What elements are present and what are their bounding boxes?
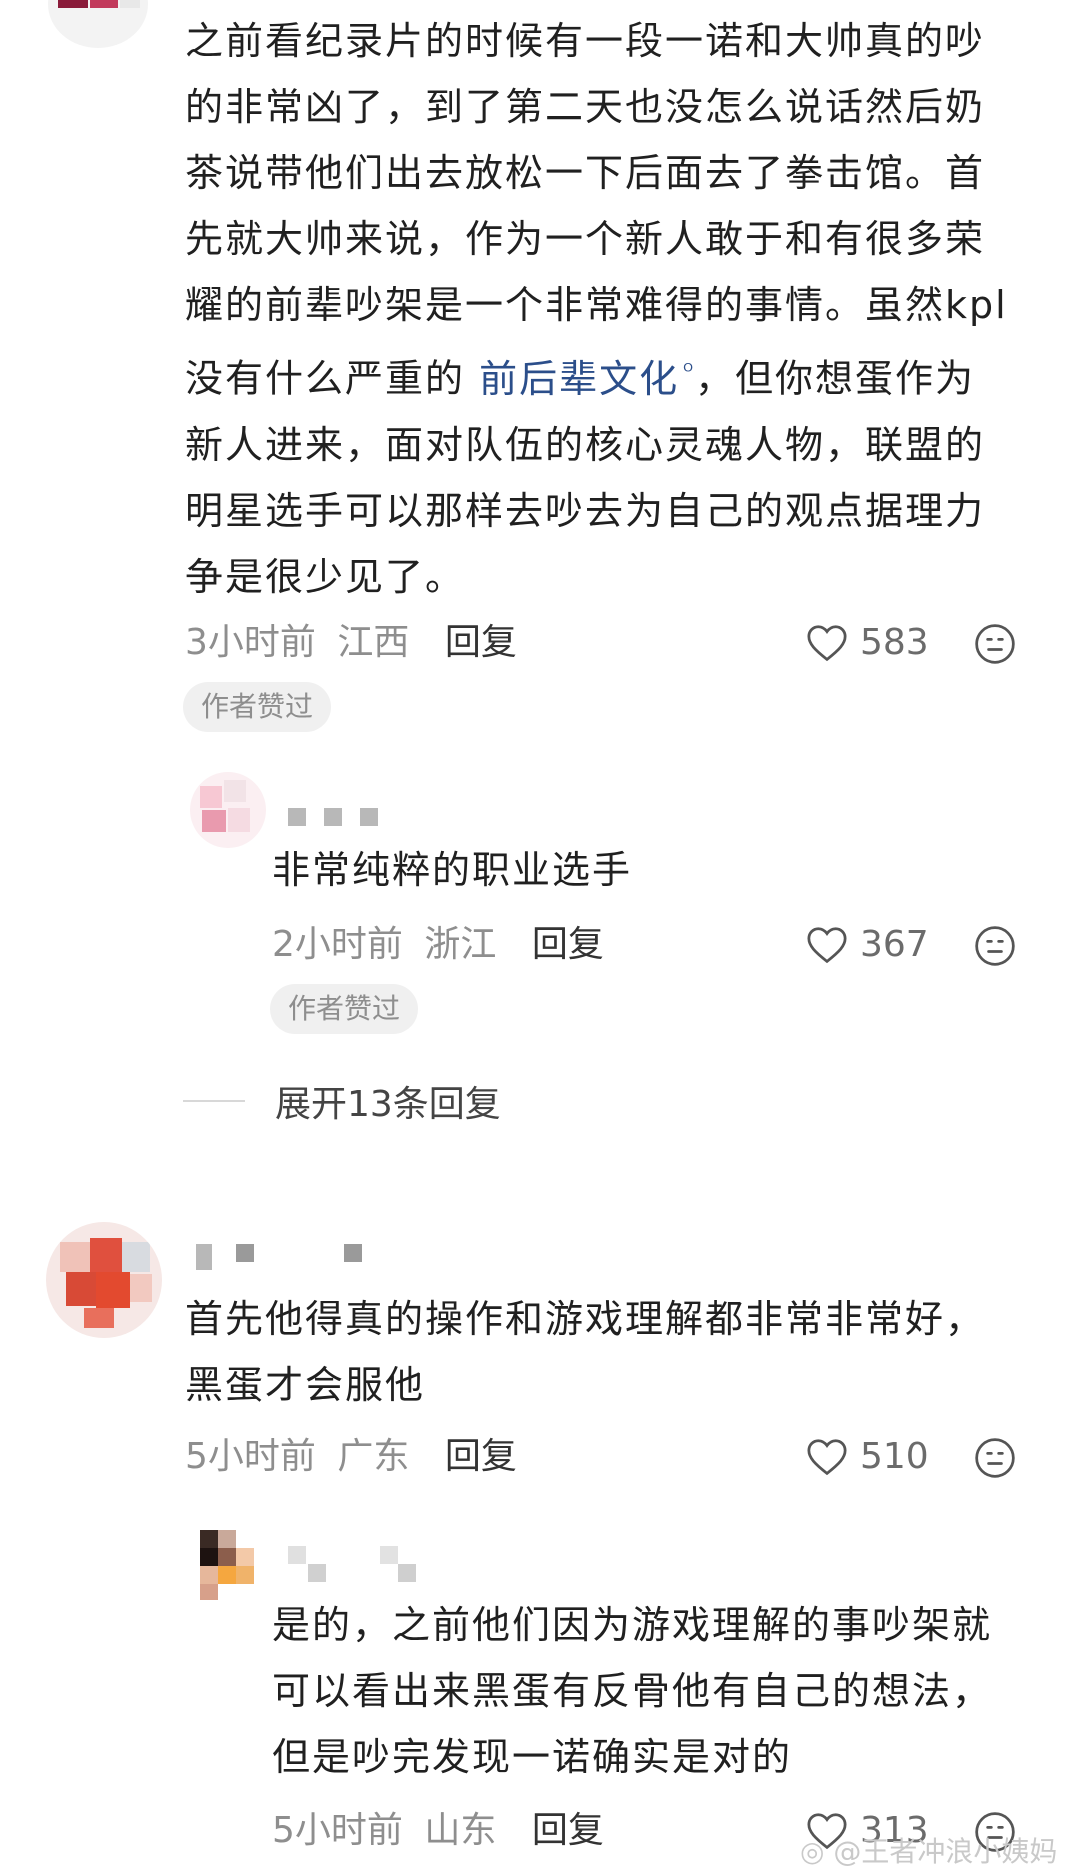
timestamp: 5小时前	[272, 1810, 403, 1851]
comment-line: 但是吵完发现一诺确实是对的	[272, 1735, 793, 1779]
reply-meta: 5小时前 山东 回复	[272, 1806, 604, 1856]
avatar[interactable]	[48, 0, 148, 48]
comment-line: 没有什么严重的 前后辈文化 ᴼ，但你想蛋作为	[185, 338, 1065, 412]
region: 浙江	[424, 924, 497, 965]
heart-outline-icon	[807, 1439, 847, 1476]
like-button[interactable]: 510	[806, 1432, 929, 1482]
comment-text: 之前看纪录片的时候有一段一诺和大帅真的吵 的非常凶了，到了第二天也没怎么说话然后…	[185, 8, 1065, 610]
divider	[183, 1100, 245, 1102]
neutral-face-icon[interactable]	[973, 924, 1017, 968]
comment-line: 明星选手可以那样去吵去为自己的观点据理力	[185, 488, 986, 533]
region: 江西	[337, 622, 410, 663]
search-link-label: 前后辈文化	[479, 356, 680, 401]
reply-text: 是的，之前他们因为游戏理解的事吵架就 可以看出来黑蛋有反骨他有自己的想法， 但是…	[272, 1592, 1072, 1790]
like-count: 367	[860, 924, 929, 965]
timestamp: 2小时前	[272, 924, 403, 965]
expand-replies-button[interactable]: 展开13条回复	[183, 1076, 501, 1126]
weibo-logo-icon: ◎	[800, 1835, 834, 1868]
reply-button[interactable]: 回复	[532, 1810, 604, 1851]
reply-button[interactable]: 回复	[445, 622, 517, 663]
avatar[interactable]	[46, 1222, 162, 1338]
comment-line: 的非常凶了，到了第二天也没怎么说话然后奶	[185, 85, 986, 129]
avatar[interactable]	[196, 1530, 272, 1606]
username-blurred[interactable]	[288, 808, 408, 828]
heart-outline-icon	[807, 927, 847, 964]
neutral-face-icon[interactable]	[973, 1436, 1017, 1480]
comment-line: 新人进来，面对队伍的核心灵魂人物，联盟的	[185, 422, 986, 467]
comment-text: 首先他得真的操作和游戏理解都非常非常好， 黑蛋才会服他	[185, 1286, 1065, 1418]
comment-meta: 3小时前 江西 回复	[185, 618, 517, 668]
neutral-face-icon[interactable]	[973, 622, 1017, 666]
comment-line: 黑蛋才会服他	[185, 1363, 426, 1407]
reply-button[interactable]: 回复	[445, 1436, 517, 1477]
author-liked-badge: 作者赞过	[183, 682, 332, 732]
like-count: 510	[860, 1436, 929, 1477]
comment-line: 之前看纪录片的时候有一段一诺和大帅真的吵	[185, 19, 986, 63]
like-count: 583	[860, 622, 929, 663]
username-blurred[interactable]	[196, 1244, 366, 1272]
comment-line: 茶说带他们出去放松一下后面去了拳击馆。首	[185, 151, 986, 195]
comment-text-segment: ，但你想蛋作为	[695, 356, 976, 401]
reply-text: 非常纯粹的职业选手	[272, 848, 633, 892]
comment-line: 首先他得真的操作和游戏理解都非常非常好，	[185, 1297, 986, 1341]
heart-outline-icon	[807, 625, 847, 662]
comment-line: 争是很少见了。	[185, 554, 466, 599]
reply-meta: 2小时前 浙江 回复	[272, 920, 604, 970]
comment-line: 先就大帅来说，作为一个新人敢于和有很多荣	[185, 217, 986, 261]
region: 广东	[337, 1436, 410, 1477]
comments-page: 之前看纪录片的时候有一段一诺和大帅真的吵 的非常凶了，到了第二天也没怎么说话然后…	[0, 0, 1080, 1870]
weibo-watermark: ◎ @王者冲浪小姨妈	[800, 1830, 1057, 1870]
search-link[interactable]: 前后辈文化 ᴼ	[479, 357, 695, 401]
timestamp: 3小时前	[185, 622, 316, 663]
comment-line: 是的，之前他们因为游戏理解的事吵架就	[272, 1603, 993, 1647]
timestamp: 5小时前	[185, 1436, 316, 1477]
username-blurred[interactable]	[288, 1546, 438, 1582]
search-icon: ᴼ	[683, 359, 696, 383]
comment-line: 耀的前辈吵架是一个非常难得的事情。虽然kpl	[185, 283, 1008, 327]
comment-line: 可以看出来黑蛋有反骨他有自己的想法，	[272, 1669, 993, 1713]
avatar[interactable]	[190, 772, 266, 848]
like-button[interactable]: 367	[806, 920, 929, 970]
expand-replies-label: 展开13条回复	[275, 1084, 501, 1125]
reply-button[interactable]: 回复	[532, 924, 604, 965]
author-liked-badge: 作者赞过	[270, 984, 419, 1034]
watermark-text: @王者冲浪小姨妈	[833, 1835, 1058, 1868]
like-button[interactable]: 583	[806, 618, 929, 668]
comment-meta: 5小时前 广东 回复	[185, 1432, 517, 1482]
region: 山东	[424, 1810, 497, 1851]
comment-text-segment: 没有什么严重的	[185, 356, 480, 401]
